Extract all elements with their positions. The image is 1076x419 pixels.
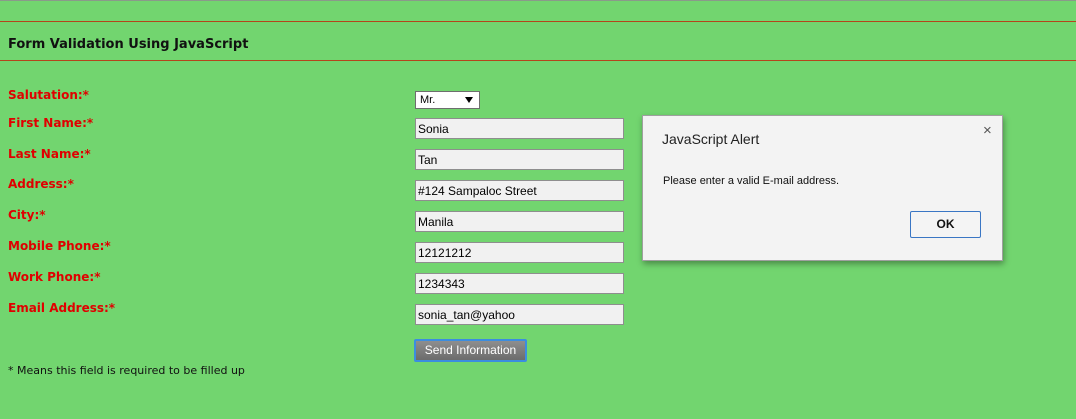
mobile-phone-label: Mobile Phone:* [8,239,111,253]
send-information-button[interactable]: Send Information [414,339,527,362]
address-input[interactable] [415,180,624,201]
ok-button[interactable]: OK [910,211,981,238]
first-name-input[interactable] [415,118,624,139]
top-border [0,0,1076,1]
salutation-select[interactable]: Mr. [415,91,480,109]
email-label: Email Address:* [8,301,116,315]
first-name-label: First Name:* [8,116,94,130]
city-label: City:* [8,208,46,222]
close-icon[interactable]: × [983,123,992,138]
javascript-alert-dialog: JavaScript Alert × Please enter a valid … [642,115,1003,261]
city-input[interactable] [415,211,624,232]
header-rule-top [0,21,1076,22]
salutation-label: Salutation:* [8,88,89,102]
required-field-note: * Means this field is required to be fil… [8,364,245,377]
address-label: Address:* [8,177,74,191]
page-title: Form Validation Using JavaScript [8,37,249,52]
salutation-selected-value: Mr. [420,94,436,106]
dropdown-arrow-icon [465,97,473,103]
email-input[interactable] [415,304,624,325]
alert-title: JavaScript Alert [662,131,760,147]
work-phone-input[interactable] [415,273,624,294]
work-phone-label: Work Phone:* [8,270,101,284]
last-name-label: Last Name:* [8,147,91,161]
alert-message: Please enter a valid E-mail address. [663,175,840,187]
last-name-input[interactable] [415,149,624,170]
header-rule-bottom [0,60,1076,61]
mobile-phone-input[interactable] [415,242,624,263]
